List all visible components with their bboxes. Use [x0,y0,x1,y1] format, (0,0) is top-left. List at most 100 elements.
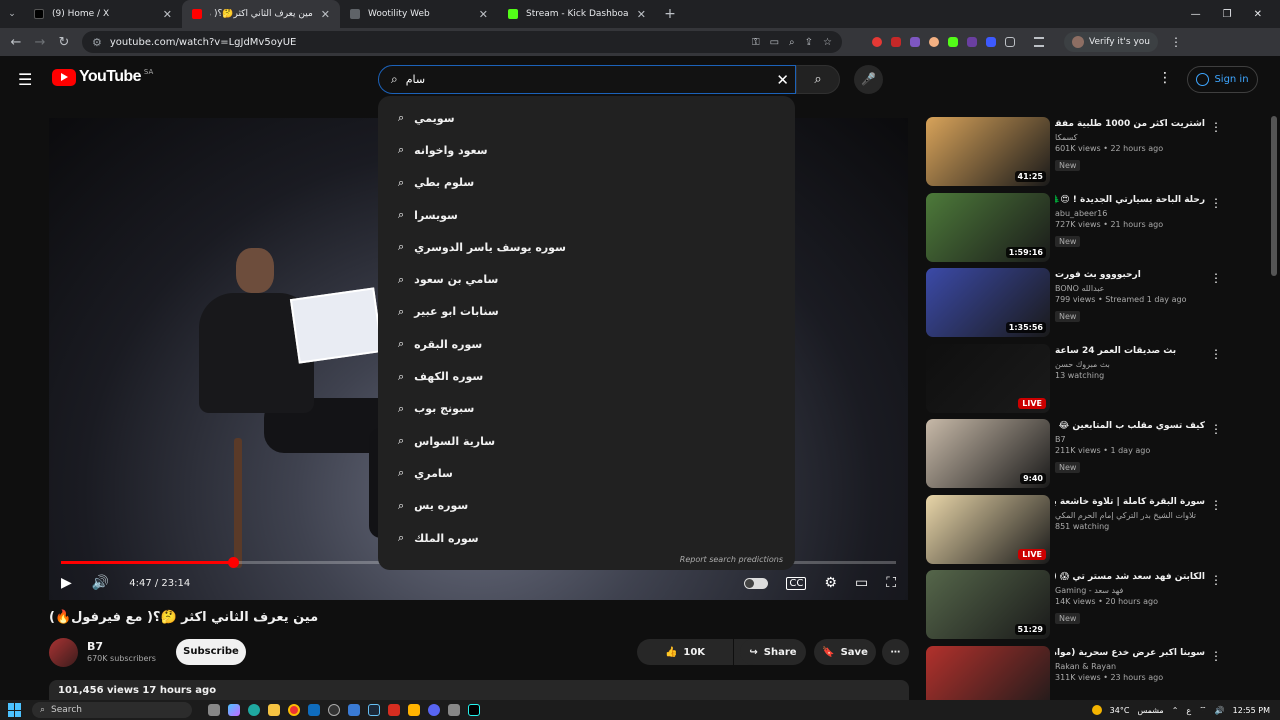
scrubber-handle[interactable] [228,557,239,568]
extension-icon[interactable] [891,37,901,47]
more-options-icon[interactable]: ⋮ [1210,271,1222,285]
back-icon[interactable]: ← [4,35,28,50]
video-title[interactable]: بث صديقات العمر 24 ساعة [1055,345,1205,358]
app-icon[interactable] [408,704,420,716]
clock[interactable]: 12:55 PM [1233,706,1270,715]
more-options-icon[interactable]: ⋮ [1210,649,1222,663]
settings-menu-icon[interactable]: ⋮ [1158,70,1172,86]
close-window-button[interactable]: ✕ [1254,9,1262,20]
channel-name[interactable]: بث مبروك حسن [1055,360,1205,369]
tiktok-icon[interactable] [468,704,480,716]
bookmark-star-icon[interactable]: ☆ [823,37,832,48]
recommended-video[interactable]: 51:29 الكابتن فهد سعد شد مستر تي 😱 (قراند… [926,570,1226,640]
video-title[interactable]: سوينا اكبر عرض خدع سحرية (مواهب اسطورية😍… [1055,647,1205,660]
input-language[interactable]: ع [1186,706,1191,715]
video-thumbnail[interactable]: 1:59:16 [926,192,1050,262]
recommended-video[interactable]: LIVE سورة البقرة كاملة | تلاوة خاشعة بصوت… [926,494,1226,565]
channel-name[interactable]: abu_abeer16 [1055,209,1205,218]
video-title[interactable]: رحلة الباحة بسيارتي الجديدة ! 😍🌲 [1055,194,1205,207]
report-predictions-link[interactable]: Report search predictions [680,555,783,564]
more-options-icon[interactable]: ⋮ [1210,347,1222,361]
outlook-icon[interactable] [308,704,320,716]
search-button[interactable]: ⌕ [796,65,840,94]
channel-name[interactable]: BONO عبدالله [1055,284,1205,293]
search-suggestion-item[interactable]: ⌕ سامي بن سعود [378,263,795,295]
site-info-icon[interactable]: ⚙ [92,36,102,49]
zoom-icon[interactable]: ⌕ [789,37,795,48]
autoplay-toggle[interactable] [744,577,769,589]
taskbar-search[interactable]: ⌕ Search [32,702,192,718]
discord-icon[interactable] [428,704,440,716]
tab-youtube-video[interactable]: مين يعرف الثاني اكثر🤔؟( مع فير ✕ [182,0,340,28]
search-suggestion-item[interactable]: ⌕ سوره يس [378,490,795,522]
channel-name[interactable]: Gaming - فهد سعد [1055,586,1205,595]
channel-name[interactable]: B7 [1055,435,1205,444]
recommended-video[interactable]: 9:40 كيف تسوي مقلب ب المتابعين 😂 💔 B7 211K … [926,419,1226,489]
queue-icon[interactable] [1034,37,1044,47]
extension-icon[interactable] [986,37,996,47]
save-button[interactable]: 🔖 Save [814,639,876,665]
search-suggestion-item[interactable]: ⌕ سنابات ابو عبير [378,296,795,328]
video-thumbnail[interactable]: 41:25 [926,117,1050,186]
sign-in-button[interactable]: Sign in [1187,66,1258,93]
volume-icon[interactable]: 🔊 [92,575,109,591]
volume-icon[interactable]: 🔊 [1215,706,1225,715]
theater-mode-icon[interactable]: ▭ [855,575,868,591]
channel-name[interactable]: تلاوات الشيخ بدر التركي إمام الحرم المكي [1055,511,1205,520]
video-thumbnail[interactable]: 51:29 [926,570,1050,639]
captions-icon[interactable]: CC [786,576,807,590]
channel-avatar[interactable] [49,638,78,667]
search-suggestion-item[interactable]: ⌕ سويمي [378,102,795,134]
minimize-button[interactable]: — [1191,9,1201,20]
search-suggestion-item[interactable]: ⌕ سعود واخوانه [378,134,795,166]
address-bar[interactable]: ⚙ youtube.com/watch?v=LgJdMv5oyUE ⚿ ▭ ⌕ … [82,31,842,53]
menu-icon[interactable]: ☰ [18,70,32,89]
channel-name[interactable]: كسمكا [1055,133,1205,142]
search-suggestion-item[interactable]: ⌕ سويسرا [378,199,795,231]
more-options-icon[interactable]: ⋮ [1210,422,1222,436]
maximize-button[interactable]: ❐ [1223,9,1232,20]
kick-extension-icon[interactable] [948,37,958,47]
close-icon[interactable]: ✕ [163,8,172,21]
extension-icon[interactable] [967,37,977,47]
new-tab-button[interactable]: + [656,6,684,22]
obs-icon[interactable] [328,704,340,716]
play-icon[interactable]: ▶ [61,575,72,591]
profile-button[interactable]: Verify it's you [1064,32,1158,52]
windows-start-icon[interactable] [8,703,22,717]
video-title[interactable]: كيف تسوي مقلب ب المتابعين 😂 💔 [1055,420,1205,433]
chrome-icon[interactable] [288,704,300,716]
extension-icon[interactable] [929,37,939,47]
network-icon[interactable]: ⌔ [1199,705,1207,715]
search-suggestion-item[interactable]: ⌕ سبونج بوب [378,393,795,425]
search-suggestion-item[interactable]: ⌕ سارية السواس [378,425,795,457]
recommended-video[interactable]: 1:35:56 ارحبوووو بث فورت BONO عبدالله 799 v… [926,268,1226,338]
close-icon[interactable]: ✕ [321,8,330,21]
more-options-icon[interactable]: ⋮ [1210,196,1222,210]
tab-search-icon[interactable]: ⌄ [0,9,24,19]
settings-gear-icon[interactable]: ⚙ [824,575,837,591]
video-title[interactable]: اشتريت اكثر من 1000 طلبية مفقودة !! [1055,118,1205,131]
channel-name[interactable]: Rakan & Rayan [1055,662,1205,671]
copilot-icon[interactable] [228,704,240,716]
search-box[interactable]: ⌕ ✕ [378,65,796,94]
steam-icon[interactable] [368,704,380,716]
more-options-icon[interactable]: ⋮ [1210,120,1222,134]
search-suggestion-item[interactable]: ⌕ سوره الكهف [378,360,795,392]
scrollbar[interactable] [1271,116,1277,276]
search-suggestion-item[interactable]: ⌕ سامري [378,457,795,489]
voice-search-button[interactable]: 🎤 [854,65,883,94]
cast-icon[interactable]: ▭ [770,37,779,48]
channel-name[interactable]: B7 [87,640,103,653]
tab-wootility[interactable]: Wootility Web ✕ [340,0,498,28]
recommended-video[interactable]: LIVE بث صديقات العمر 24 ساعة بث مبروك حسن 1… [926,343,1226,414]
clear-search-icon[interactable]: ✕ [776,71,789,89]
browser-menu-icon[interactable]: ⋮ [1170,35,1182,49]
search-suggestion-item[interactable]: ⌕ سوره الملك [378,522,795,554]
like-button[interactable]: 👍 10K [637,639,733,665]
app-icon[interactable] [388,704,400,716]
file-explorer-icon[interactable] [268,704,280,716]
puzzle-icon[interactable] [1005,37,1015,47]
recommended-video[interactable]: 41:25 اشتريت اكثر من 1000 طلبية مفقودة !!… [926,117,1226,187]
tray-overflow-icon[interactable]: ⌃ [1172,706,1179,715]
